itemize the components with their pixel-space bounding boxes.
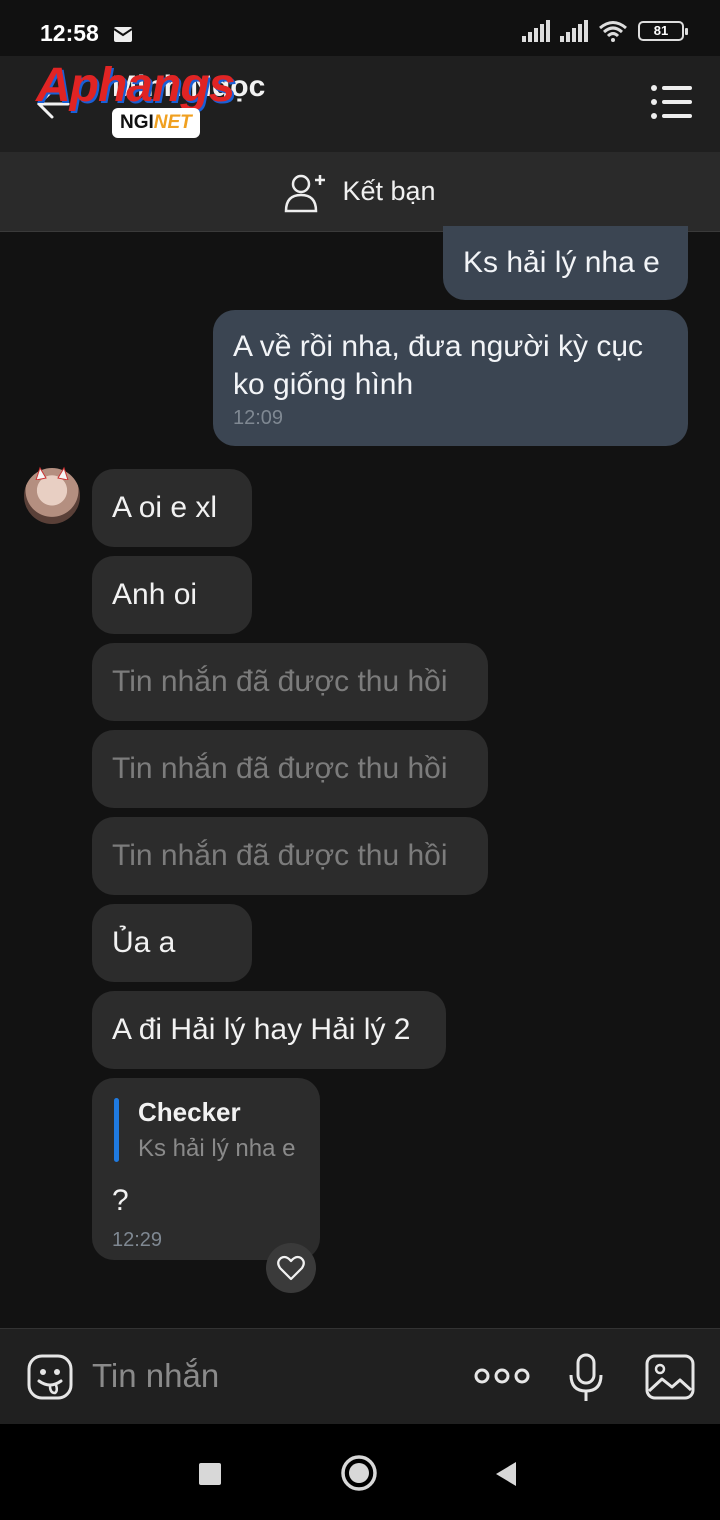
message-bubble[interactable]: Anh oi <box>92 556 252 634</box>
back-icon[interactable] <box>494 1460 518 1488</box>
message-bubble[interactable]: A về rồi nha, đưa người kỳ cục ko giống … <box>213 310 688 446</box>
add-friend-icon <box>285 174 326 212</box>
quote-text: Ks hải lý nha e <box>138 1135 296 1162</box>
recent-apps-icon[interactable] <box>198 1462 222 1486</box>
message-text: ? <box>112 1184 129 1217</box>
message-time: 12:29 <box>112 1229 163 1251</box>
message-bubble[interactable]: Ủa a <box>92 904 252 982</box>
message-bubble[interactable]: A đi Hải lý hay Hải lý 2 <box>92 991 446 1069</box>
message-text: Ủa a <box>112 926 176 959</box>
wifi-icon <box>599 21 627 42</box>
watermark-badge: NGINET <box>112 108 200 138</box>
heart-icon <box>277 1255 305 1281</box>
menu-list-icon[interactable] <box>650 82 694 122</box>
add-friend-button[interactable]: Kết bạn <box>0 152 720 232</box>
status-bar: 12:58 81 <box>0 0 720 56</box>
signal-icon <box>560 20 588 42</box>
message-text: Tin nhắn đã được thu hồi <box>112 752 448 785</box>
message-text: A về rồi nha, đưa người kỳ cục ko giống … <box>233 330 644 401</box>
react-heart-button[interactable] <box>266 1243 316 1293</box>
system-navigation-bar <box>0 1424 720 1520</box>
signal-icon <box>522 20 550 42</box>
microphone-icon[interactable] <box>566 1353 606 1403</box>
message-text: Ks hải lý nha e <box>463 246 660 279</box>
notification-icon <box>113 27 133 42</box>
message-input[interactable]: Tin nhắn <box>92 1357 219 1395</box>
message-text: Tin nhắn đã được thu hồi <box>112 839 448 872</box>
status-indicators: 81 <box>522 20 688 42</box>
quote-author: Checker <box>138 1097 241 1127</box>
message-text: Tin nhắn đã được thu hồi <box>112 665 448 698</box>
battery-icon: 81 <box>638 21 688 41</box>
message-bubble[interactable]: Ks hải lý nha e <box>443 226 688 300</box>
message-text: A đi Hải lý hay Hải lý 2 <box>112 1013 411 1046</box>
recalled-message-bubble[interactable]: Tin nhắn đã được thu hồi <box>92 817 488 895</box>
sticker-emoji-icon[interactable] <box>26 1353 74 1401</box>
home-icon[interactable] <box>340 1454 378 1492</box>
image-gallery-icon[interactable] <box>644 1353 696 1401</box>
watermark-logo: Aphangs <box>36 59 235 112</box>
chat-header: Minh Ngọc Aphangs NGINET <box>0 56 720 152</box>
avatar-sticker-icon <box>35 466 69 480</box>
reply-message-bubble[interactable]: Checker Ks hải lý nha e ? 12:29 <box>92 1078 320 1260</box>
recalled-message-bubble[interactable]: Tin nhắn đã được thu hồi <box>92 730 488 808</box>
message-text: A oi e xl <box>112 491 218 524</box>
add-friend-label: Kết bạn <box>342 176 436 206</box>
more-options-icon[interactable] <box>474 1365 530 1387</box>
message-time: 12:09 <box>233 407 284 429</box>
status-time: 12:58 <box>40 20 99 46</box>
message-composer: Tin nhắn <box>0 1328 720 1424</box>
message-text: Anh oi <box>112 578 198 611</box>
message-bubble[interactable]: A oi e xl <box>92 469 252 547</box>
quote-accent-bar <box>114 1098 119 1162</box>
recalled-message-bubble[interactable]: Tin nhắn đã được thu hồi <box>92 643 488 721</box>
